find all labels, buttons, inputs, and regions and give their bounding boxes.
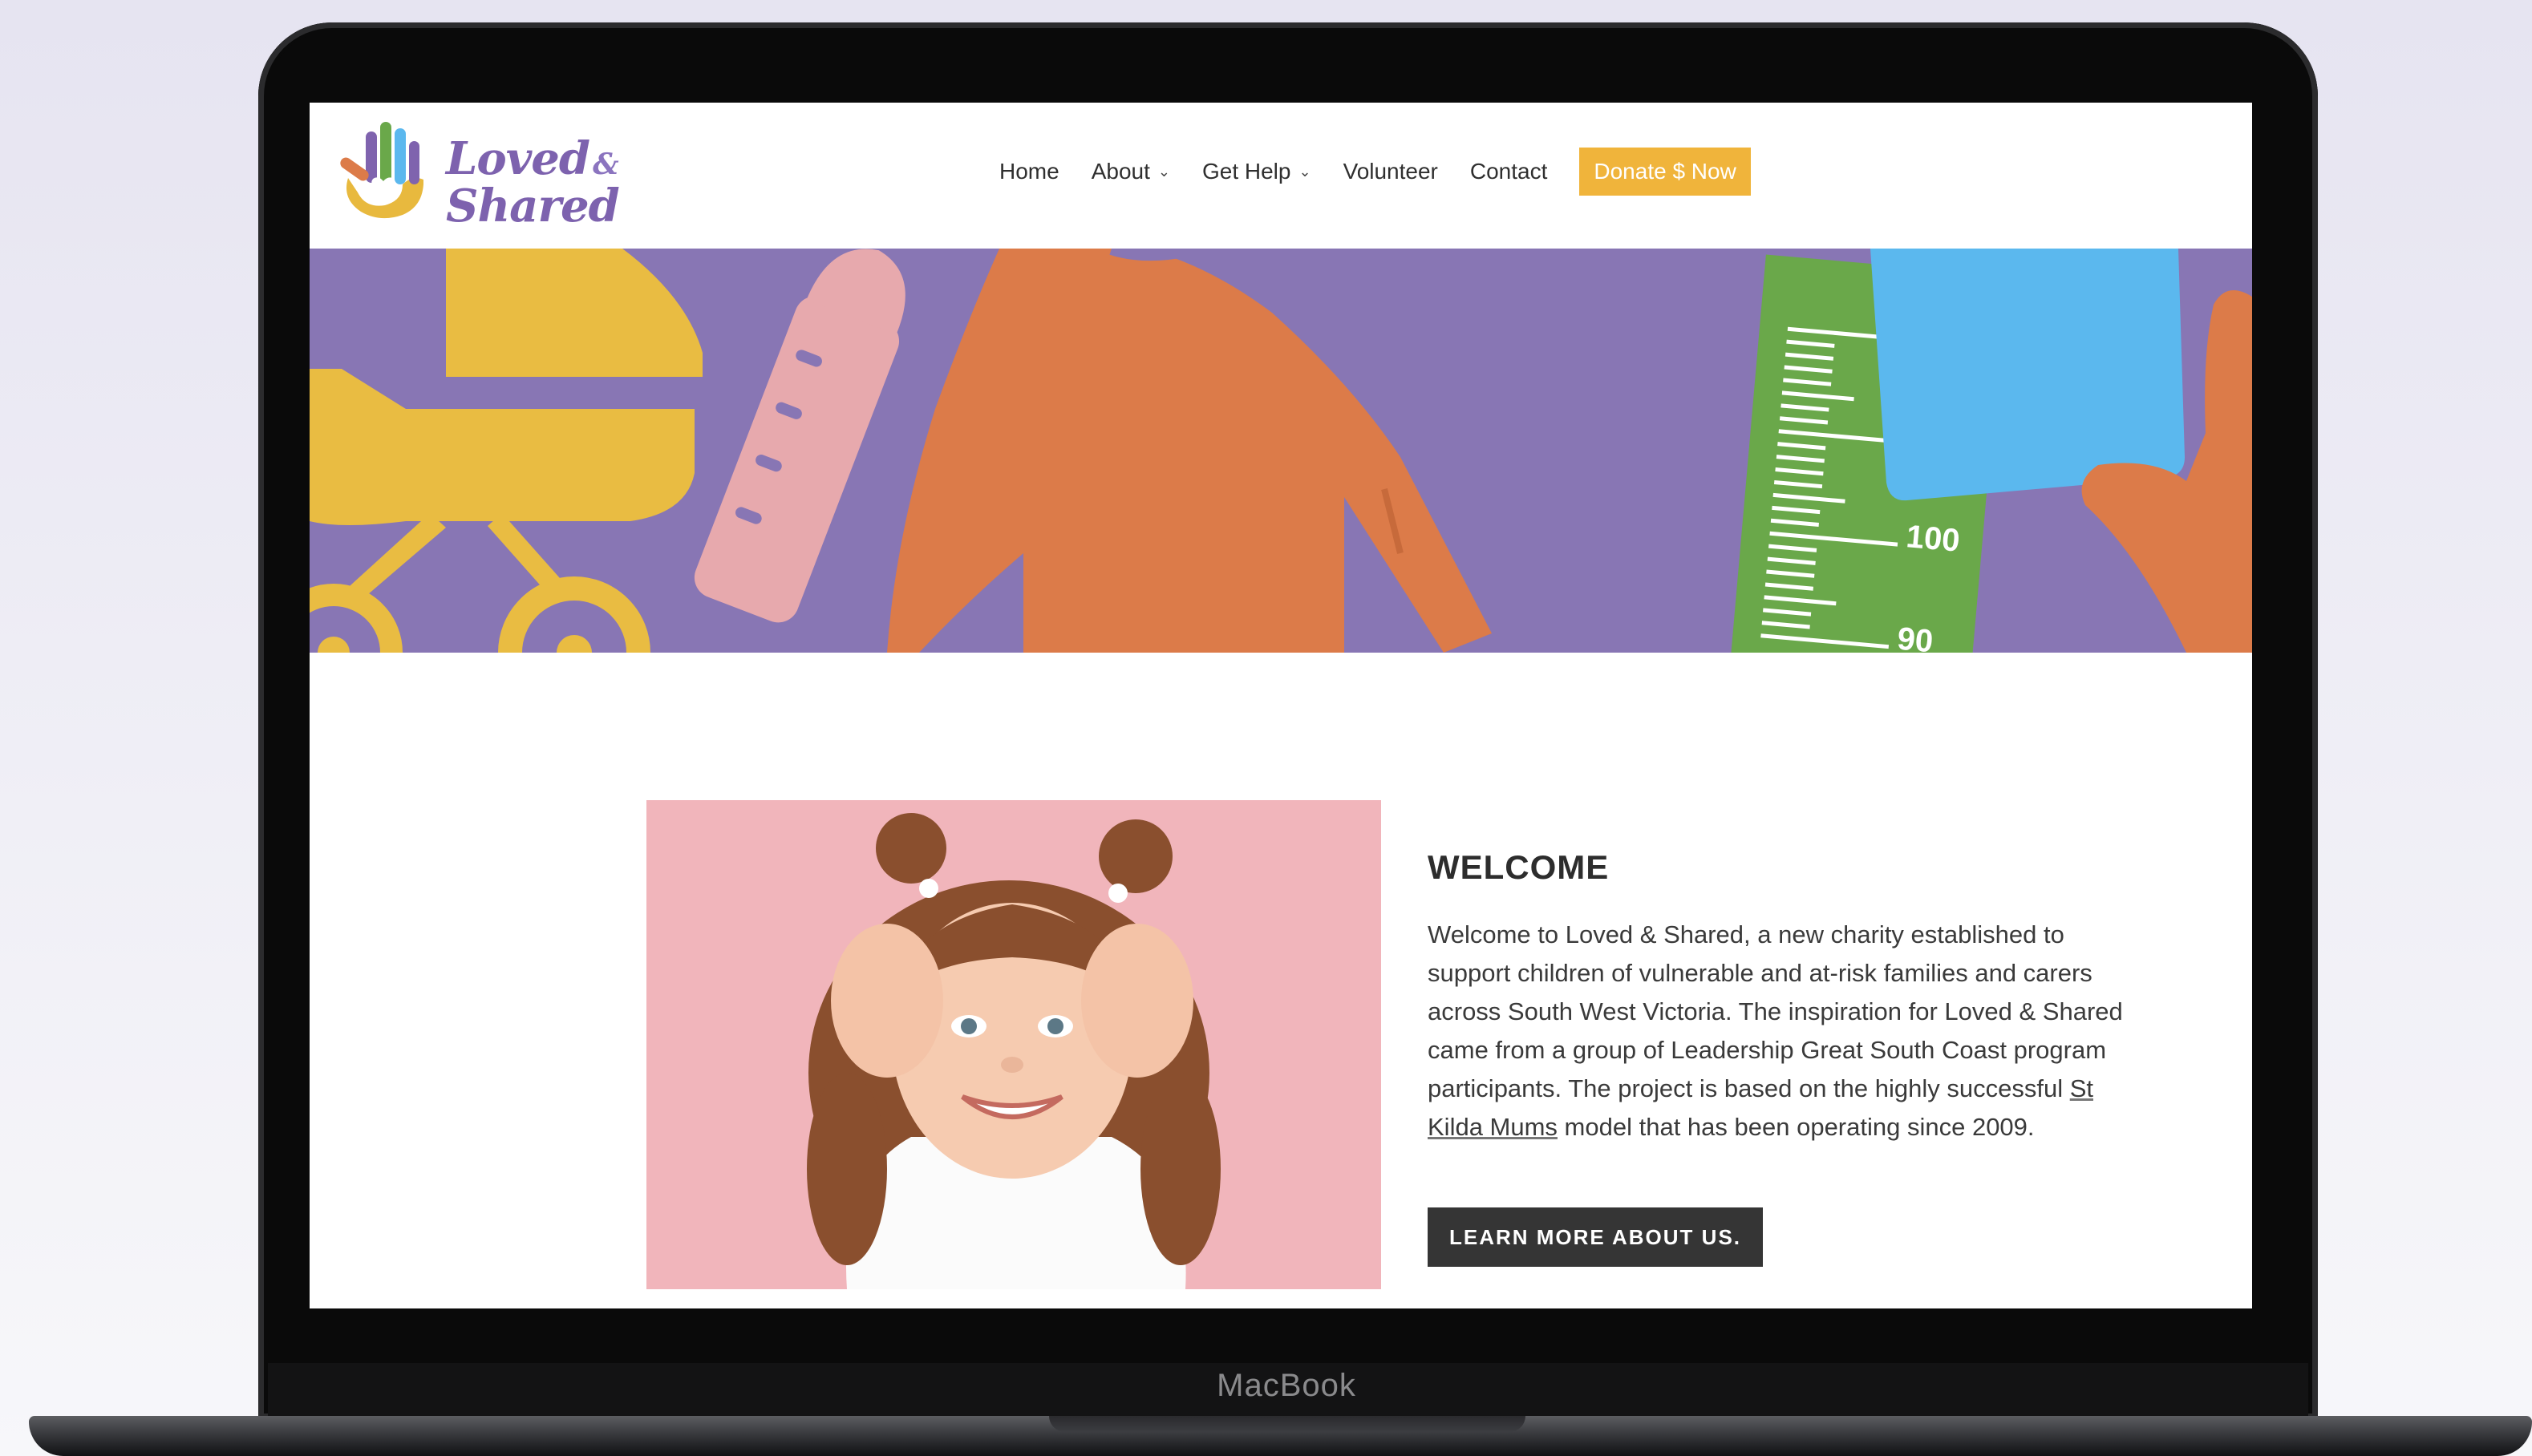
logo-wordmark: Loved & Shared xyxy=(446,136,620,229)
laptop-notch xyxy=(1049,1416,1525,1432)
blue-card-icon xyxy=(1870,249,2185,501)
site-header: Loved & Shared Home About ⌄ Get Help ⌄ Volu… xyxy=(310,103,2252,249)
nav-item-volunteer[interactable]: Volunteer xyxy=(1343,159,1438,184)
hero-illustration: 120 110 100 90 xyxy=(310,249,2252,653)
nav-item-about[interactable]: About ⌄ xyxy=(1092,159,1170,184)
baby-bottle-icon xyxy=(694,249,905,623)
laptop-screen: Loved & Shared Home About ⌄ Get Help ⌄ Volu… xyxy=(310,103,2252,1308)
welcome-section: WELCOME Welcome to Loved & Shared, a new… xyxy=(310,653,2252,1308)
site-logo[interactable]: Loved & Shared xyxy=(334,122,622,229)
nav-label: Get Help xyxy=(1201,159,1291,184)
welcome-text-part2: model that has been operating since 2009… xyxy=(1557,1113,2035,1141)
device-label: MacBook xyxy=(1217,1368,1356,1403)
hero-banner: 120 110 100 90 xyxy=(310,249,2252,653)
welcome-text-part1: Welcome to Loved & Shared, a new charity… xyxy=(1428,920,2123,1102)
stroller-icon xyxy=(310,249,703,653)
logo-ampersand: & xyxy=(593,148,619,181)
welcome-paragraph: Welcome to Loved & Shared, a new charity… xyxy=(1428,916,2133,1147)
chevron-down-icon: ⌄ xyxy=(1157,163,1170,180)
nav-item-get-help[interactable]: Get Help ⌄ xyxy=(1202,159,1311,184)
ruler-label-100: 100 xyxy=(1905,519,1961,559)
nav-label: Home xyxy=(999,159,1059,184)
hand-heart-icon xyxy=(340,122,423,219)
child-photo xyxy=(646,800,1381,1289)
learn-more-button[interactable]: LEARN MORE ABOUT US. xyxy=(1428,1207,1763,1267)
nav-item-home[interactable]: Home xyxy=(999,159,1059,184)
nav-label: About xyxy=(1091,159,1150,184)
nav-label: Volunteer xyxy=(1343,159,1438,184)
donate-button[interactable]: Donate $ Now xyxy=(1579,148,1751,196)
chevron-down-icon: ⌄ xyxy=(1298,163,1311,180)
welcome-heading: WELCOME xyxy=(1428,848,1610,886)
logo-line1: Loved xyxy=(446,132,590,185)
sweater-icon xyxy=(887,249,1492,653)
nav-item-contact[interactable]: Contact xyxy=(1470,159,1548,184)
main-nav: Home About ⌄ Get Help ⌄ Volunteer Contact … xyxy=(999,148,1751,196)
nav-label: Contact xyxy=(1469,159,1548,184)
ruler-label-90: 90 xyxy=(1896,621,1934,653)
logo-line2: Shared xyxy=(446,180,620,233)
